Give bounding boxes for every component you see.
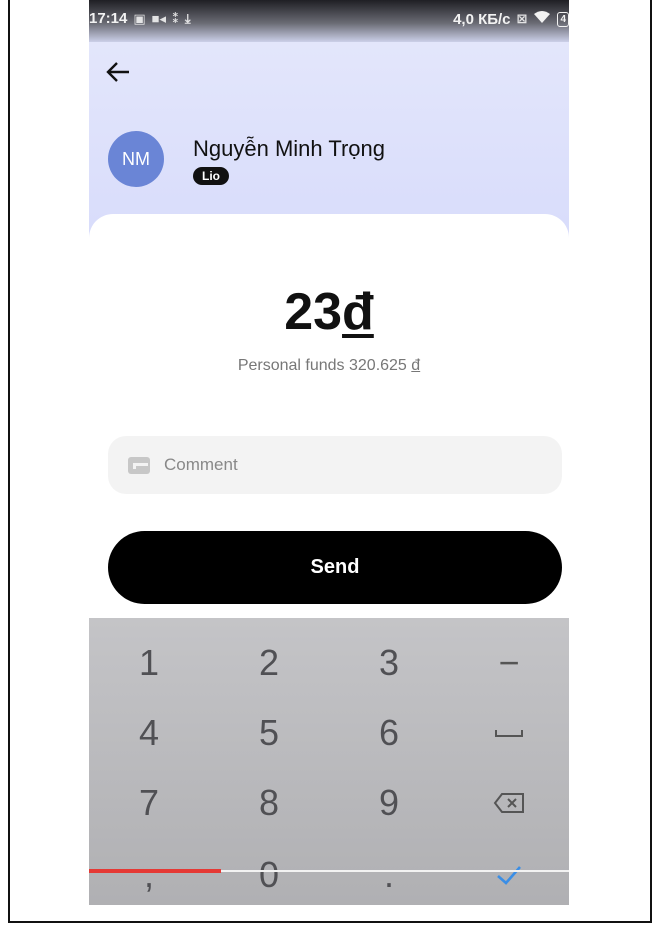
comment-input[interactable]: Comment <box>108 436 562 494</box>
key-8[interactable]: 8 <box>209 768 329 838</box>
status-time: 17:14 <box>89 10 128 27</box>
network-speed: 4,0 КБ/с <box>453 10 511 28</box>
key-6[interactable]: 6 <box>329 698 449 768</box>
key-3[interactable]: 3 <box>329 628 449 698</box>
recipient-name: Nguyễn Minh Trọng <box>193 136 385 161</box>
video-notification-icon: ■◂ <box>151 10 167 26</box>
key-5[interactable]: 5 <box>209 698 329 768</box>
personal-funds: Personal funds 320.625 đ <box>89 357 569 375</box>
amount-display: 23đ <box>89 282 569 342</box>
key-9[interactable]: 9 <box>329 768 449 838</box>
comment-placeholder: Comment <box>164 455 238 474</box>
input-indicator-line <box>221 870 569 872</box>
key-0[interactable]: 0 <box>209 840 329 905</box>
wifi-icon <box>533 10 551 28</box>
backspace-icon <box>493 793 524 813</box>
key-1[interactable]: 1 <box>89 628 209 698</box>
amount-currency: đ <box>342 283 374 341</box>
key-7[interactable]: 7 <box>89 768 209 838</box>
dots-notification-icon: ⁑ <box>172 10 179 26</box>
key-4[interactable]: 4 <box>89 698 209 768</box>
key-minus[interactable]: − <box>449 628 569 698</box>
funds-label: Personal funds 320.625 <box>237 357 407 374</box>
avatar: NM <box>108 131 164 187</box>
funds-currency: đ <box>411 357 421 374</box>
key-dot[interactable]: . <box>329 840 449 905</box>
key-space[interactable] <box>449 698 569 768</box>
download-notification-icon: ⤓ <box>184 10 191 26</box>
battery-icon: 4 <box>557 11 569 27</box>
phone-screen: 17:14 ▣ ■◂ ⁑ ⤓ 4,0 КБ/с ⊠ 4 NM Nguyễn Mi… <box>89 0 569 905</box>
space-icon <box>495 730 523 737</box>
amount-value: 23 <box>284 283 343 341</box>
recipient-badge: Lio <box>193 167 229 185</box>
sim-icon: ⊠ <box>516 11 528 26</box>
comment-icon <box>128 456 150 474</box>
check-icon <box>497 866 521 885</box>
back-arrow-icon[interactable] <box>105 58 135 94</box>
input-indicator-red <box>89 869 221 873</box>
send-button[interactable]: Send <box>108 531 562 604</box>
gallery-notification-icon: ▣ <box>133 10 146 26</box>
key-backspace[interactable] <box>449 768 569 838</box>
key-confirm[interactable] <box>449 840 569 905</box>
numeric-keyboard: 1 2 3 − 4 5 6 7 8 9 , 0 . <box>89 618 569 905</box>
battery-level: 4 <box>560 13 566 25</box>
key-2[interactable]: 2 <box>209 628 329 698</box>
avatar-initials: NM <box>122 148 150 169</box>
status-bar: 17:14 ▣ ■◂ ⁑ ⤓ 4,0 КБ/с ⊠ 4 <box>89 0 569 42</box>
